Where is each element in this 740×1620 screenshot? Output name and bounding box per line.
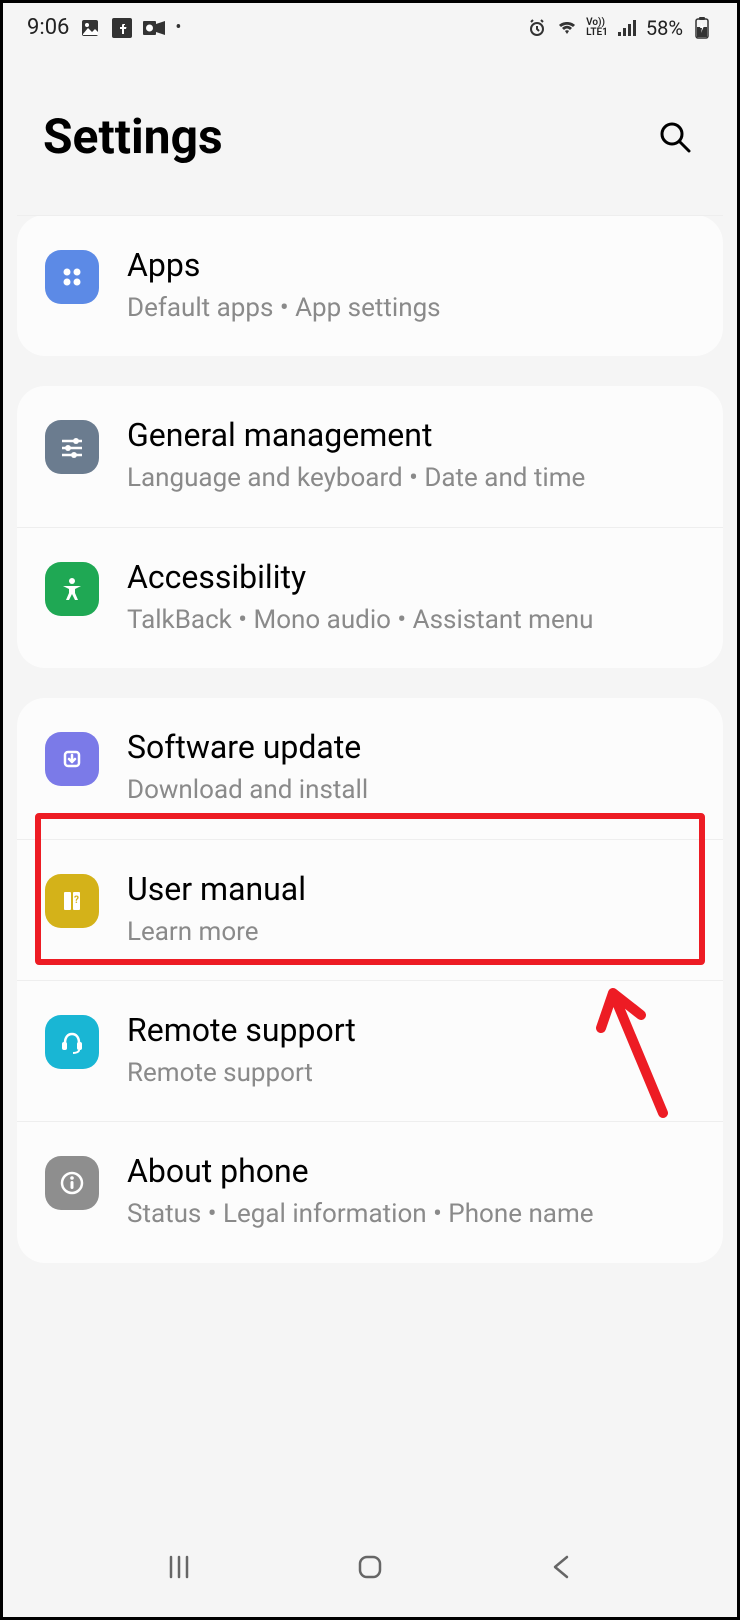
settings-item-remote-support[interactable]: Remote support Remote support [17,981,723,1122]
search-icon [657,119,693,155]
item-title: Software update [127,728,695,766]
volte-indicator: Vo))LTE1 [586,18,608,38]
item-subtitle: Default apps • App settings [127,290,695,326]
item-title: User manual [127,870,695,908]
settings-section: Apps Default apps • App settings [17,215,723,356]
headset-icon [45,1015,99,1069]
item-subtitle: Language and keyboard • Date and time [127,460,695,496]
settings-header: Settings [3,48,737,215]
back-button[interactable] [531,1547,591,1587]
apps-icon [45,250,99,304]
settings-section: General management Language and keyboard… [17,386,723,668]
settings-item-general-management[interactable]: General management Language and keyboard… [17,386,723,527]
svg-text:?: ? [74,895,79,906]
person-icon [45,562,99,616]
facebook-icon [111,17,133,39]
signal-icon [616,17,638,39]
settings-item-accessibility[interactable]: Accessibility TalkBack • Mono audio • As… [17,528,723,668]
more-notifications-dot: • [175,17,181,38]
wifi-icon [556,17,578,39]
status-time: 9:06 [27,15,69,40]
settings-item-user-manual[interactable]: ? User manual Learn more [17,840,723,981]
settings-item-software-update[interactable]: Software update Download and install [17,698,723,839]
page-title: Settings [43,108,223,165]
download-icon [45,732,99,786]
home-button[interactable] [340,1547,400,1587]
item-title: About phone [127,1152,695,1190]
item-subtitle: Status • Legal information • Phone name [127,1196,695,1232]
back-icon [545,1551,577,1583]
item-title: Accessibility [127,558,695,596]
item-title: General management [127,416,695,454]
battery-icon [691,17,713,39]
item-subtitle: Remote support [127,1055,695,1091]
item-title: Apps [127,246,695,284]
info-icon [45,1156,99,1210]
settings-content: Apps Default apps • App settings General… [3,215,737,1523]
alarm-icon [526,17,548,39]
status-bar: 9:06 • Vo))LTE1 58% [3,3,737,48]
item-subtitle: Download and install [127,772,695,808]
navigation-bar [3,1523,737,1617]
gallery-icon [79,17,101,39]
outlook-icon [143,17,165,39]
recents-icon [163,1551,195,1583]
settings-item-apps[interactable]: Apps Default apps • App settings [17,215,723,356]
item-subtitle: Learn more [127,914,695,950]
home-icon [354,1551,386,1583]
sliders-icon [45,420,99,474]
battery-percent: 58% [646,16,683,40]
search-button[interactable] [653,115,697,159]
item-subtitle: TalkBack • Mono audio • Assistant menu [127,602,695,638]
recents-button[interactable] [149,1547,209,1587]
item-title: Remote support [127,1011,695,1049]
book-icon: ? [45,874,99,928]
settings-item-about-phone[interactable]: About phone Status • Legal information •… [17,1122,723,1262]
settings-section: Software update Download and install ? U… [17,698,723,1263]
